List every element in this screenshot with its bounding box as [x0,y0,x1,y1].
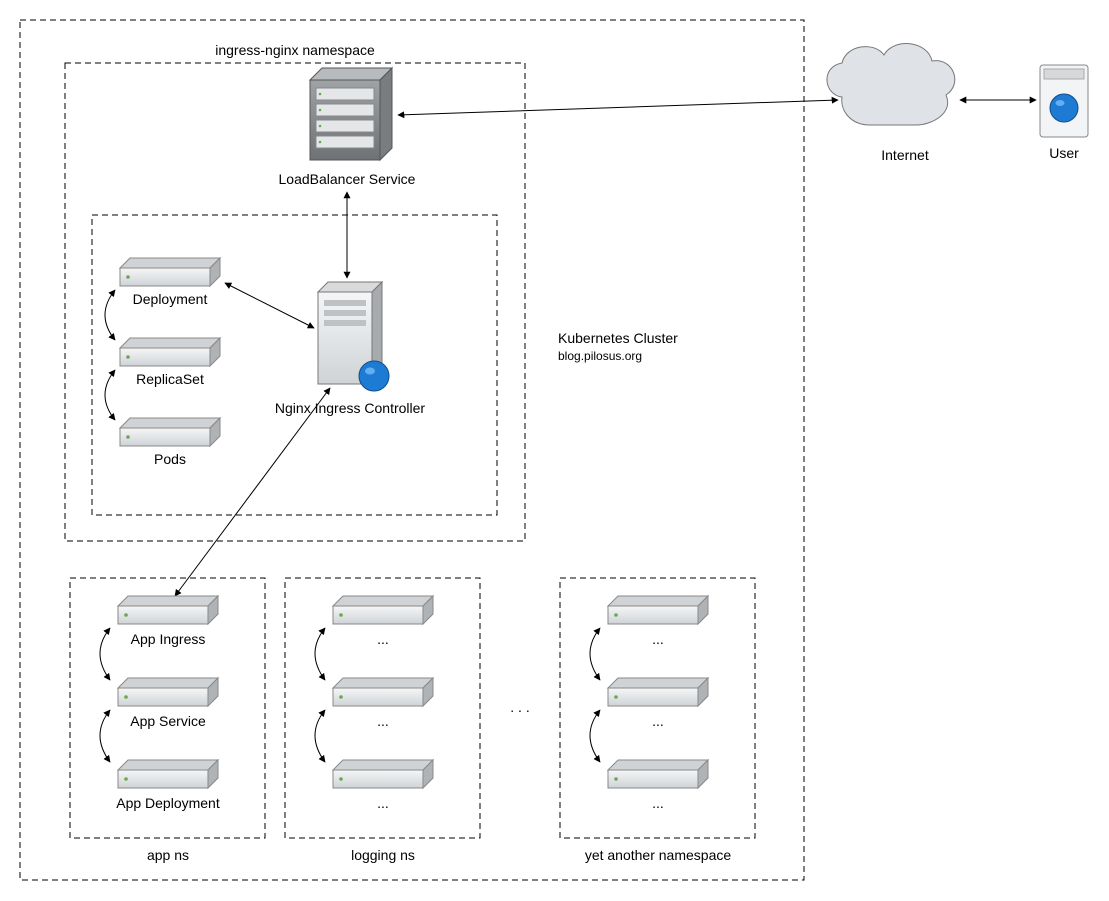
replicaset-icon [120,338,220,366]
arrow-lb-internet [398,100,838,115]
logging-item-3-icon [333,760,433,788]
arrow-deploy-controller [225,283,314,328]
app-ingress-label: App Ingress [131,631,206,647]
arrow-other-2 [590,710,600,762]
arrow-log-2 [315,710,325,762]
logging-item-2-icon [333,678,433,706]
cluster-subtitle: blog.pilosus.org [558,349,642,363]
arrow-other-1 [590,628,600,680]
deployment-icon [120,258,220,286]
deployment-label: Deployment [133,291,208,307]
internet-icon [827,44,955,125]
app-ns-label: app ns [147,847,189,863]
logging-label-1: ... [377,631,389,647]
other-item-3-icon [608,760,708,788]
arrow-app-2 [100,710,110,762]
loadbalancer-icon [310,68,392,160]
logging-label-3: ... [377,795,389,811]
cluster-title: Kubernetes Cluster [558,330,678,346]
other-label-1: ... [652,631,664,647]
app-deployment-icon [118,760,218,788]
app-deployment-label: App Deployment [116,795,220,811]
nginx-controller-label: Nginx Ingress Controller [275,400,426,416]
other-label-3: ... [652,795,664,811]
nginx-controller-icon [318,282,389,391]
user-label: User [1049,145,1079,161]
pods-label: Pods [154,451,186,467]
arrow-app-1 [100,628,110,680]
architecture-diagram: Kubernetes Cluster blog.pilosus.org ingr… [0,0,1109,901]
app-ingress-icon [118,596,218,624]
ns-ellipsis: . . . [510,699,529,715]
app-service-icon [118,678,218,706]
user-icon [1040,65,1088,137]
other-item-2-icon [608,678,708,706]
pods-icon [120,418,220,446]
arrow-deploy-rs [105,290,115,340]
arrow-rs-pods [105,370,115,420]
logging-ns-label: logging ns [351,847,415,863]
logging-label-2: ... [377,713,389,729]
arrow-log-1 [315,628,325,680]
other-label-2: ... [652,713,664,729]
loadbalancer-label: LoadBalancer Service [279,171,416,187]
other-ns-label: yet another namespace [585,847,732,863]
replicaset-label: ReplicaSet [136,371,204,387]
logging-item-1-icon [333,596,433,624]
ingress-namespace-label: ingress-nginx namespace [215,42,375,58]
app-service-label: App Service [130,713,206,729]
internet-label: Internet [881,147,929,163]
other-item-1-icon [608,596,708,624]
cluster-box [20,20,804,880]
